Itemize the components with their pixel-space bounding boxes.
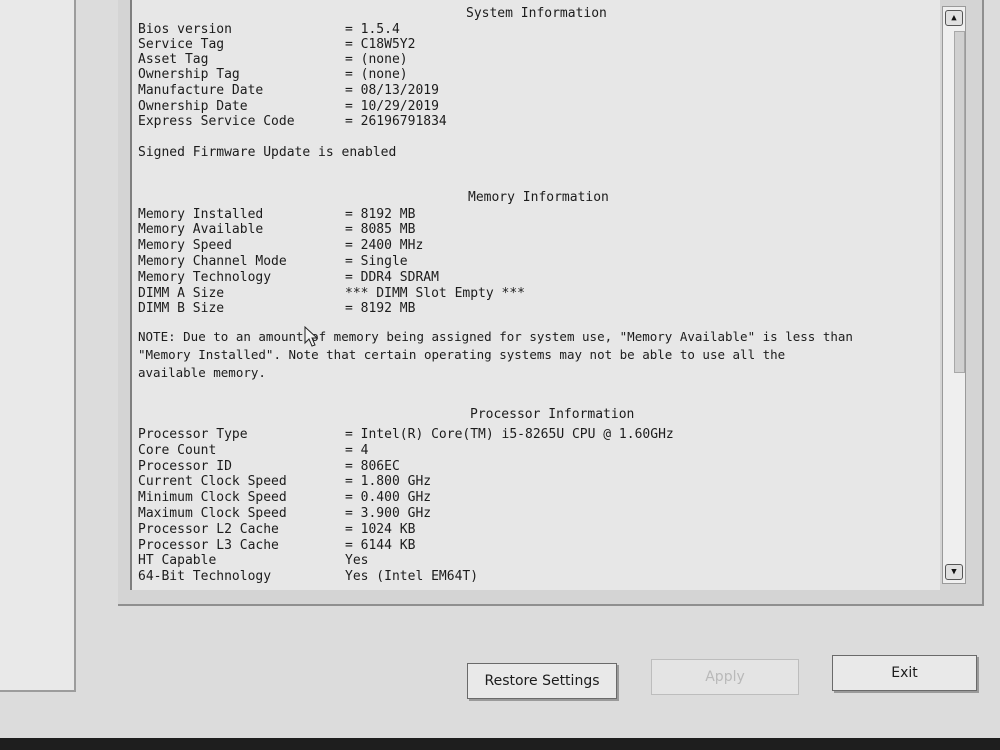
scroll-down-button[interactable]: ▼ <box>945 564 963 580</box>
screen-bezel <box>0 738 1000 750</box>
mouse-cursor-icon <box>304 326 319 347</box>
arrow-up-icon: ▲ <box>951 13 957 23</box>
processor-type-row: Processor Type = Intel(R) Core(TM) i5-826… <box>138 427 674 442</box>
dimm-a-size-row: DIMM A Size *** DIMM Slot Empty *** <box>138 286 526 301</box>
left-nav-panel <box>0 0 76 692</box>
scrollbar-thumb[interactable] <box>954 31 965 373</box>
memory-channel-mode-row: Memory Channel Mode = Single <box>138 254 408 269</box>
memory-technology-row: Memory Technology = DDR4 SDRAM <box>138 270 439 285</box>
apply-button[interactable]: Apply <box>651 659 799 695</box>
memory-speed-row: Memory Speed = 2400 MHz <box>138 238 424 253</box>
processor-id-row: Processor ID = 806EC <box>138 459 400 474</box>
64-bit-technology-row: 64-Bit Technology Yes (Intel EM64T) <box>138 569 479 584</box>
firmware-update-status: Signed Firmware Update is enabled <box>138 145 397 160</box>
restore-settings-button[interactable]: Restore Settings <box>467 663 617 699</box>
ownership-date-row: Ownership Date = 10/29/2019 <box>138 99 439 114</box>
dimm-b-size-row: DIMM B Size = 8192 MB <box>138 301 416 316</box>
ht-capable-row: HT Capable Yes <box>138 553 369 568</box>
memory-installed-row: Memory Installed = 8192 MB <box>138 207 416 222</box>
processor-l2-cache-row: Processor L2 Cache = 1024 KB <box>138 522 416 537</box>
express-service-code-row: Express Service Code = 26196791834 <box>138 114 447 129</box>
core-count-row: Core Count = 4 <box>138 443 369 458</box>
ownership-tag-row: Ownership Tag = (none) <box>138 67 408 82</box>
maximum-clock-speed-row: Maximum Clock Speed = 3.900 GHz <box>138 506 432 521</box>
arrow-down-icon: ▼ <box>951 567 957 577</box>
memory-available-row: Memory Available = 8085 MB <box>138 222 416 237</box>
scroll-up-button[interactable]: ▲ <box>945 10 963 26</box>
manufacture-date-row: Manufacture Date = 08/13/2019 <box>138 83 439 98</box>
memory-note: NOTE: Due to an amount of memory being a… <box>138 329 853 380</box>
current-clock-speed-row: Current Clock Speed = 1.800 GHz <box>138 474 432 489</box>
system-information-heading: System Information <box>466 6 607 21</box>
vertical-scrollbar[interactable]: ▲ ▼ <box>942 6 966 584</box>
service-tag-row: Service Tag = C18W5Y2 <box>138 37 416 52</box>
memory-information-heading: Memory Information <box>468 190 609 205</box>
system-information-pane: System Information Bios version = 1.5.4 S… <box>130 0 940 590</box>
processor-l3-cache-row: Processor L3 Cache = 6144 KB <box>138 538 416 553</box>
minimum-clock-speed-row: Minimum Clock Speed = 0.400 GHz <box>138 490 432 505</box>
asset-tag-row: Asset Tag = (none) <box>138 52 408 67</box>
bios-version-row: Bios version = 1.5.4 <box>138 22 400 37</box>
processor-information-heading: Processor Information <box>470 407 635 422</box>
exit-button[interactable]: Exit <box>832 655 977 691</box>
